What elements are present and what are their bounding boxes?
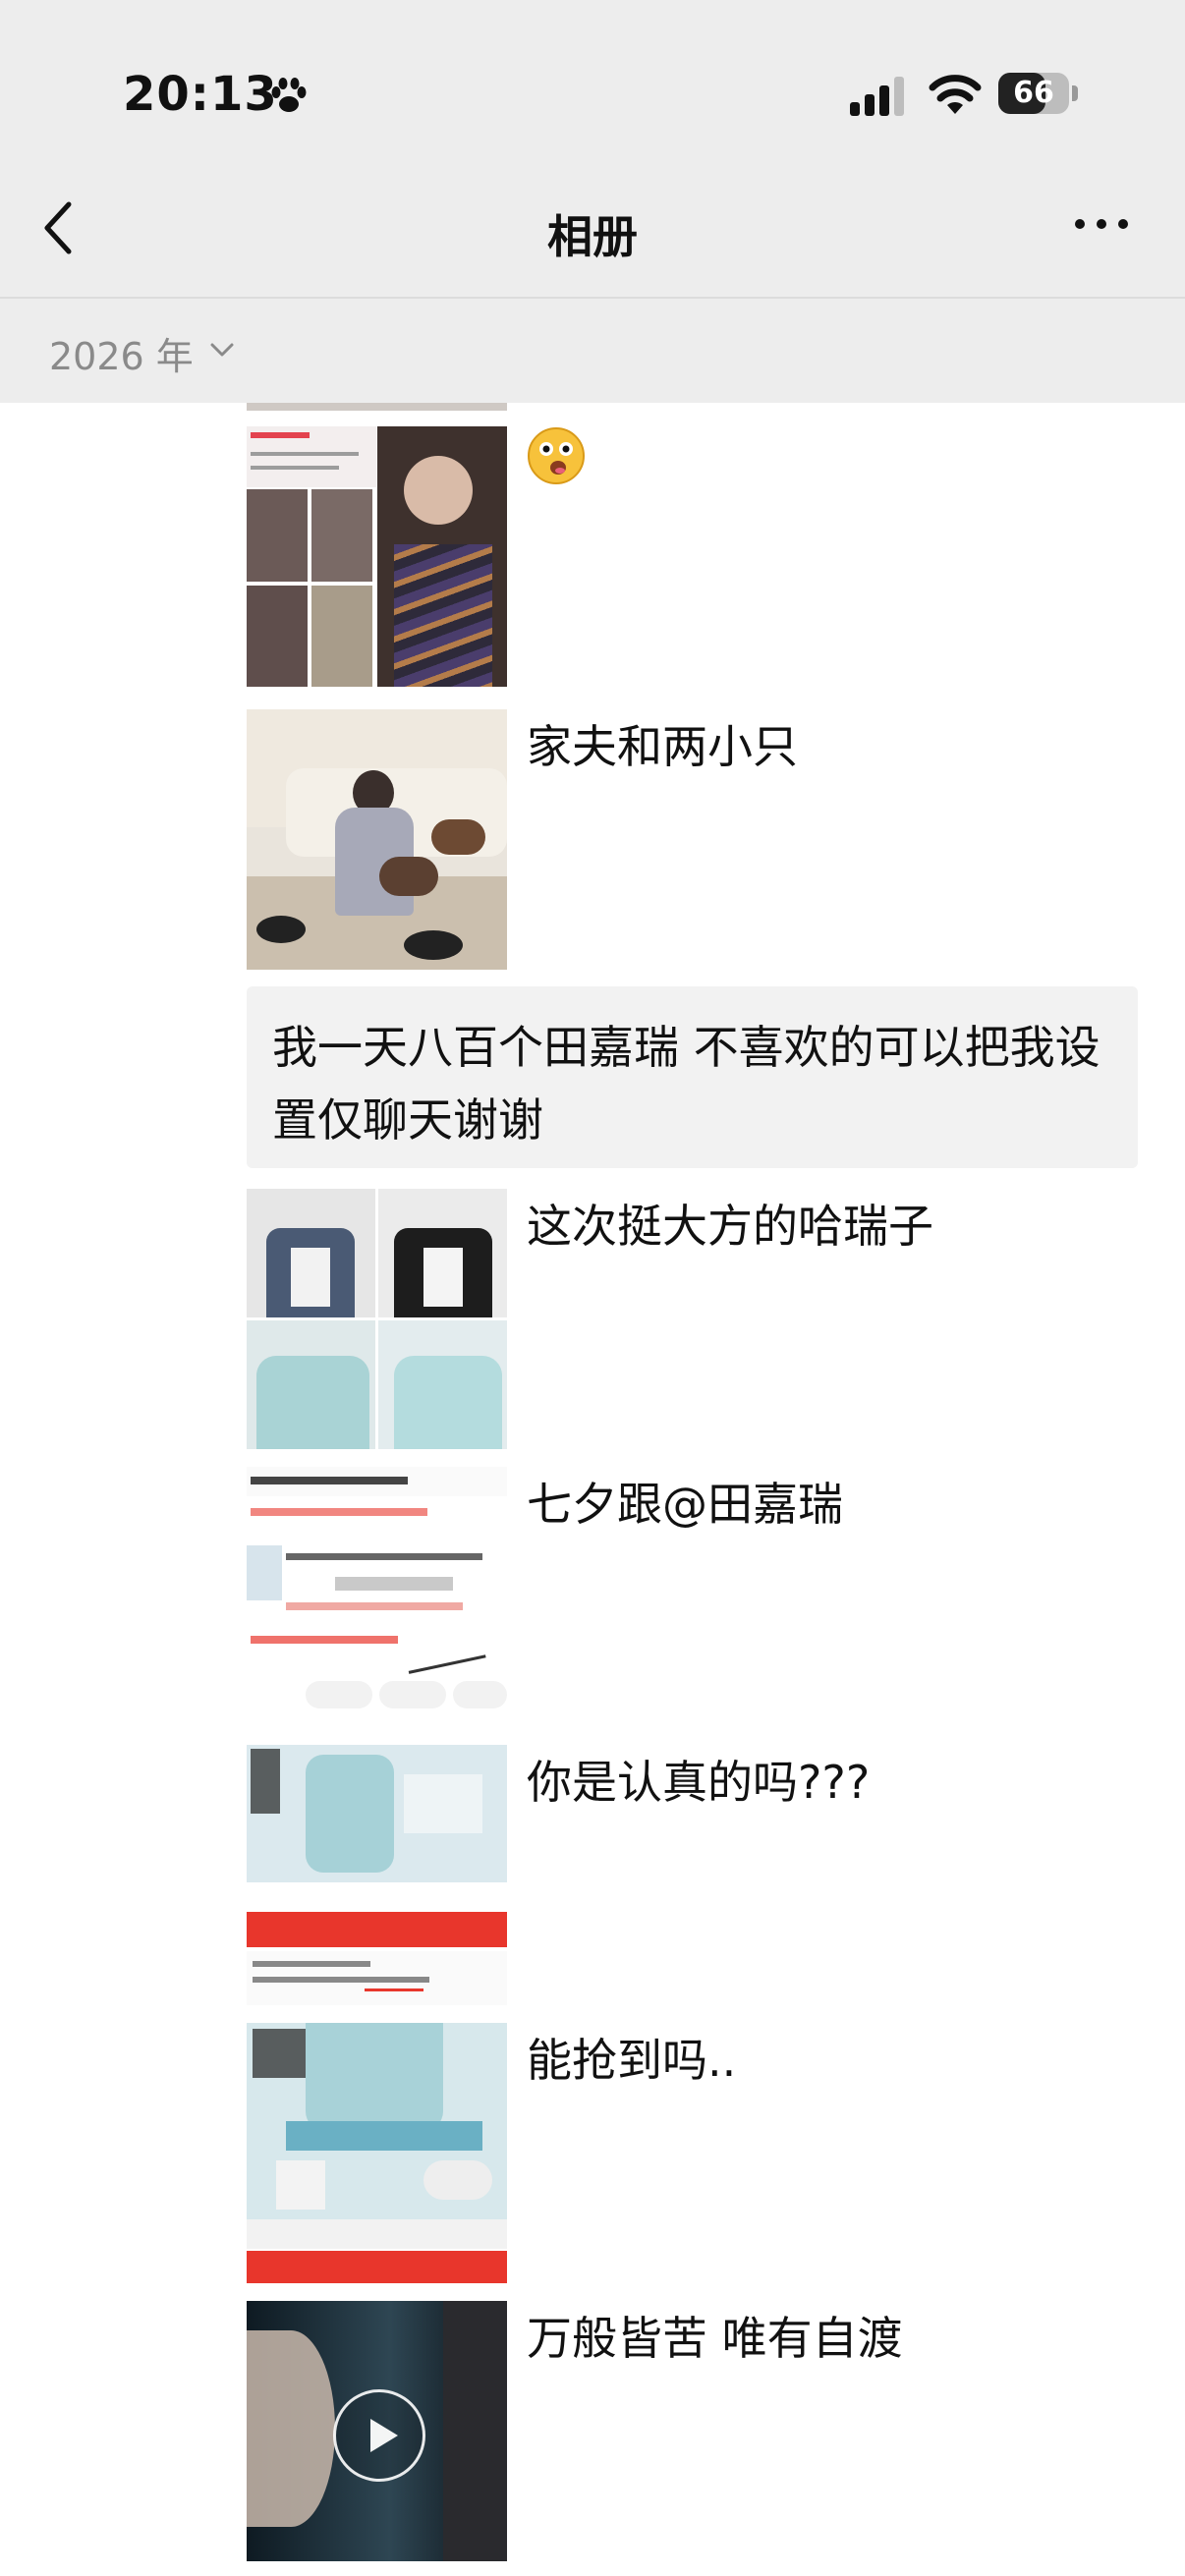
year-label: 2026 年 xyxy=(49,335,194,378)
screenshot-thumbnail[interactable] xyxy=(247,1467,507,1727)
previous-photo-sliver[interactable] xyxy=(247,403,507,411)
text-post-content: 我一天八百个田嘉瑞 不喜欢的可以把我设置仅聊天谢谢 xyxy=(272,1021,1100,1147)
paw-icon xyxy=(271,78,307,112)
photo-collage-thumbnail[interactable] xyxy=(247,1189,507,1449)
nav-bar: 相册 xyxy=(0,157,1185,299)
photo-thumbnail[interactable] xyxy=(247,709,507,970)
cellular-signal-icon xyxy=(850,77,904,116)
text-post-bubble[interactable]: 我一天八百个田嘉瑞 不喜欢的可以把我设置仅聊天谢谢 xyxy=(247,986,1138,1168)
screenshot-thumbnail[interactable] xyxy=(247,2023,507,2283)
status-time: 20:13 xyxy=(123,67,278,122)
chevron-down-icon xyxy=(210,343,234,357)
more-dots-icon[interactable] xyxy=(1073,216,1130,232)
status-bar: 20:13 66 xyxy=(0,0,1185,157)
entry-caption: 家夫和两小只 xyxy=(527,720,798,773)
entry-caption: 这次挺大方的哈瑞子 xyxy=(527,1200,933,1253)
play-icon[interactable] xyxy=(333,2389,425,2482)
wifi-icon xyxy=(929,75,982,114)
screenshot-thumbnail[interactable] xyxy=(247,1745,507,2005)
album-feed: 家夫和两小只 我一天八百个田嘉瑞 不喜欢的可以把我设置仅聊天谢谢 这次挺大方的哈… xyxy=(0,403,1185,2576)
entry-caption: 你是认真的吗??? xyxy=(527,1756,871,1809)
page-title: 相册 xyxy=(547,210,638,263)
entry-caption: 七夕跟@田嘉瑞 xyxy=(527,1478,843,1531)
battery-percent: 66 xyxy=(1013,76,1054,110)
year-header[interactable]: 2026 年 xyxy=(0,299,1185,403)
surprised-emoji-icon xyxy=(528,427,585,484)
entry-caption: 万般皆苦 唯有自渡 xyxy=(527,2312,903,2365)
entry-caption: 能抢到吗.. xyxy=(527,2034,737,2087)
photo-collage-thumbnail[interactable] xyxy=(247,426,507,687)
battery-icon: 66 xyxy=(998,73,1079,116)
video-thumbnail[interactable] xyxy=(247,2301,507,2561)
